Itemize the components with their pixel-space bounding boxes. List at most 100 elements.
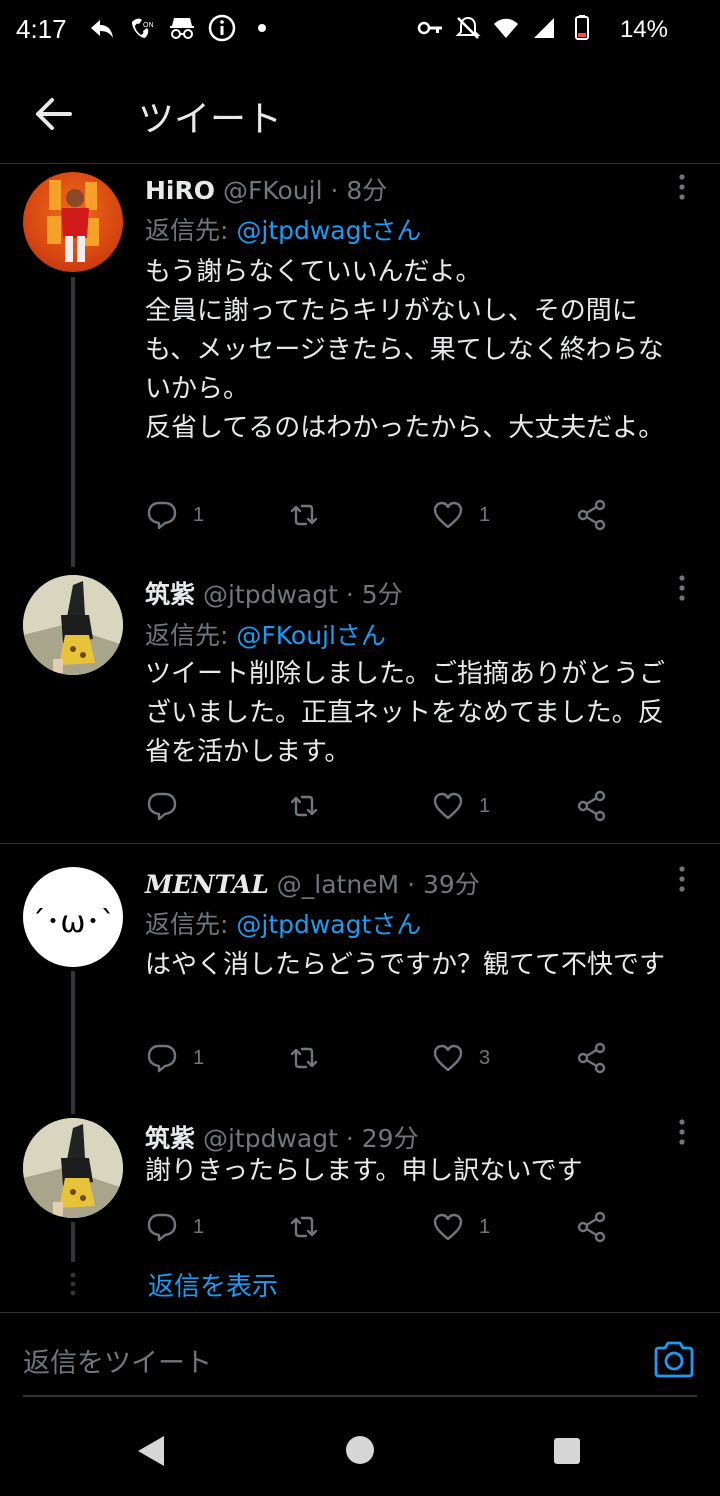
tweet-header: 筑紫 @jtpdwagt · 5分: [145, 575, 403, 611]
more-options-icon[interactable]: [670, 1117, 694, 1147]
retweet-button[interactable]: [287, 1209, 335, 1245]
info-icon: [208, 14, 236, 42]
separator-dot: ·: [407, 870, 416, 899]
mention-link[interactable]: @FKoujlさん: [236, 621, 386, 650]
thread-line: [71, 971, 75, 1114]
avatar-image: [23, 575, 123, 675]
incognito-icon: [170, 18, 194, 39]
tweet-text: はやく消したらどうですか？観てて不快です: [145, 950, 666, 980]
tweet-time: 5分: [361, 580, 403, 609]
tweet-actions: 1 1: [145, 1209, 615, 1245]
heart-icon: [433, 501, 463, 529]
nav-back-icon[interactable]: [136, 1434, 166, 1468]
heart-icon: [433, 1213, 463, 1241]
share-button[interactable]: [575, 788, 609, 824]
like-count: 1: [479, 794, 491, 817]
tweet-header: MENTAL @_latneM · 39分: [145, 865, 480, 901]
nav-home-icon[interactable]: [346, 1436, 374, 1464]
retweet-icon: [290, 795, 318, 817]
replying-to-label: 返信先:: [145, 910, 237, 939]
reply-icon: [147, 1213, 177, 1242]
battery-icon: [575, 15, 589, 40]
reply-count: 1: [193, 1046, 205, 1069]
mention-link[interactable]: @jtpdwagtさん: [236, 216, 421, 245]
tweet-time: 8分: [346, 176, 388, 205]
reply-arrow-icon: [91, 20, 113, 38]
like-button[interactable]: 1: [431, 788, 490, 824]
like-count: 3: [479, 1046, 491, 1069]
replying-to-label: 返信先:: [145, 216, 237, 245]
like-count: 1: [479, 1215, 491, 1238]
display-name[interactable]: 筑紫: [145, 1124, 195, 1153]
reply-count: 1: [193, 503, 205, 526]
svg-text:ON: ON: [143, 22, 154, 29]
tweet-actions: 1 1: [145, 497, 615, 533]
like-button[interactable]: 1: [431, 1209, 490, 1245]
reply-button[interactable]: 1: [145, 1040, 204, 1076]
mention-link[interactable]: @jtpdwagtさん: [236, 910, 421, 939]
share-icon: [577, 499, 606, 531]
separator-dot: ·: [345, 1124, 354, 1153]
reply-button[interactable]: 1: [145, 1209, 204, 1245]
nav-recents-icon[interactable]: [554, 1438, 580, 1464]
volte-icon: ON: [132, 18, 154, 38]
user-handle: @jtpdwagt: [202, 580, 338, 609]
like-button[interactable]: 3: [431, 1040, 490, 1076]
reply-button[interactable]: [145, 788, 193, 824]
tweet-actions: 1 3: [145, 1040, 615, 1076]
status-time: 4:17: [16, 14, 67, 44]
replying-to: 返信先: @FKoujlさん: [145, 616, 386, 652]
display-name[interactable]: HiRO: [145, 176, 215, 205]
user-handle: @jtpdwagt: [202, 1124, 338, 1153]
tweet[interactable]: HiRO @FKoujl · 8分 返信先: @jtpdwagtさん もう謝らな…: [0, 165, 720, 567]
thread-dots-icon: [70, 1272, 76, 1296]
composer-divider: [23, 1395, 697, 1397]
thread-line: [71, 1222, 75, 1262]
share-button[interactable]: [575, 1209, 609, 1245]
reply-input[interactable]: 返信をツイート: [23, 1341, 212, 1380]
avatar[interactable]: [23, 575, 123, 675]
avatar[interactable]: [23, 1118, 123, 1218]
avatar[interactable]: ´･ω･`: [23, 867, 123, 967]
tweet[interactable]: 筑紫 @jtpdwagt · 5分 返信先: @FKoujlさん ツイート削除し…: [0, 571, 720, 841]
like-count: 1: [479, 503, 491, 526]
reply-composer: 返信をツイート: [0, 1312, 720, 1408]
retweet-button[interactable]: [287, 497, 335, 533]
display-name[interactable]: MENTAL: [145, 870, 269, 899]
tweet-actions: 1: [145, 788, 615, 824]
retweet-button[interactable]: [287, 788, 335, 824]
status-right-icons: [416, 14, 596, 42]
reply-icon: [147, 501, 177, 530]
retweet-icon: [290, 1047, 318, 1069]
more-options-icon[interactable]: [670, 172, 694, 202]
tweet[interactable]: 筑紫 @jtpdwagt · 29分 謝りきったらします。申し訳ないです 1 1: [0, 1114, 720, 1264]
avatar-emoticon: ´･ω･`: [30, 905, 116, 940]
camera-icon[interactable]: [652, 1337, 696, 1381]
display-name[interactable]: 筑紫: [145, 580, 195, 609]
show-replies-link[interactable]: 返信を表示: [148, 1266, 278, 1303]
mute-bell-icon: [455, 16, 481, 39]
share-button[interactable]: [575, 1040, 609, 1076]
tweet-text: もう謝らなくていいんだよ。 全員に謝ってたらキリがないし、その間にも、メッセージ…: [145, 257, 665, 443]
system-nav-bar: [0, 1408, 720, 1496]
retweet-button[interactable]: [287, 1040, 335, 1076]
more-options-icon[interactable]: [670, 864, 694, 894]
share-button[interactable]: [575, 497, 609, 533]
more-options-icon[interactable]: [670, 573, 694, 603]
reply-icon: [147, 792, 177, 821]
avatar[interactable]: [23, 172, 123, 272]
top-bar: ツイート: [0, 64, 720, 164]
tweet-text: 謝りきったらします。申し訳ないです: [145, 1156, 583, 1186]
back-arrow-icon[interactable]: [30, 92, 78, 136]
separator-dot: ·: [330, 176, 339, 205]
user-handle: @FKoujl: [222, 176, 323, 205]
tweet[interactable]: ´･ω･` MENTAL @_latneM · 39分 返信先: @jtpdwa…: [0, 861, 720, 1114]
like-button[interactable]: 1: [431, 497, 490, 533]
share-icon: [577, 1211, 606, 1243]
retweet-icon: [290, 504, 318, 526]
tweet-header: HiRO @FKoujl · 8分: [145, 171, 387, 207]
replying-to: 返信先: @jtpdwagtさん: [145, 905, 421, 941]
status-bar: 4:17 ON 14%: [0, 0, 720, 64]
page-title: ツイート: [138, 99, 283, 140]
reply-button[interactable]: 1: [145, 497, 204, 533]
